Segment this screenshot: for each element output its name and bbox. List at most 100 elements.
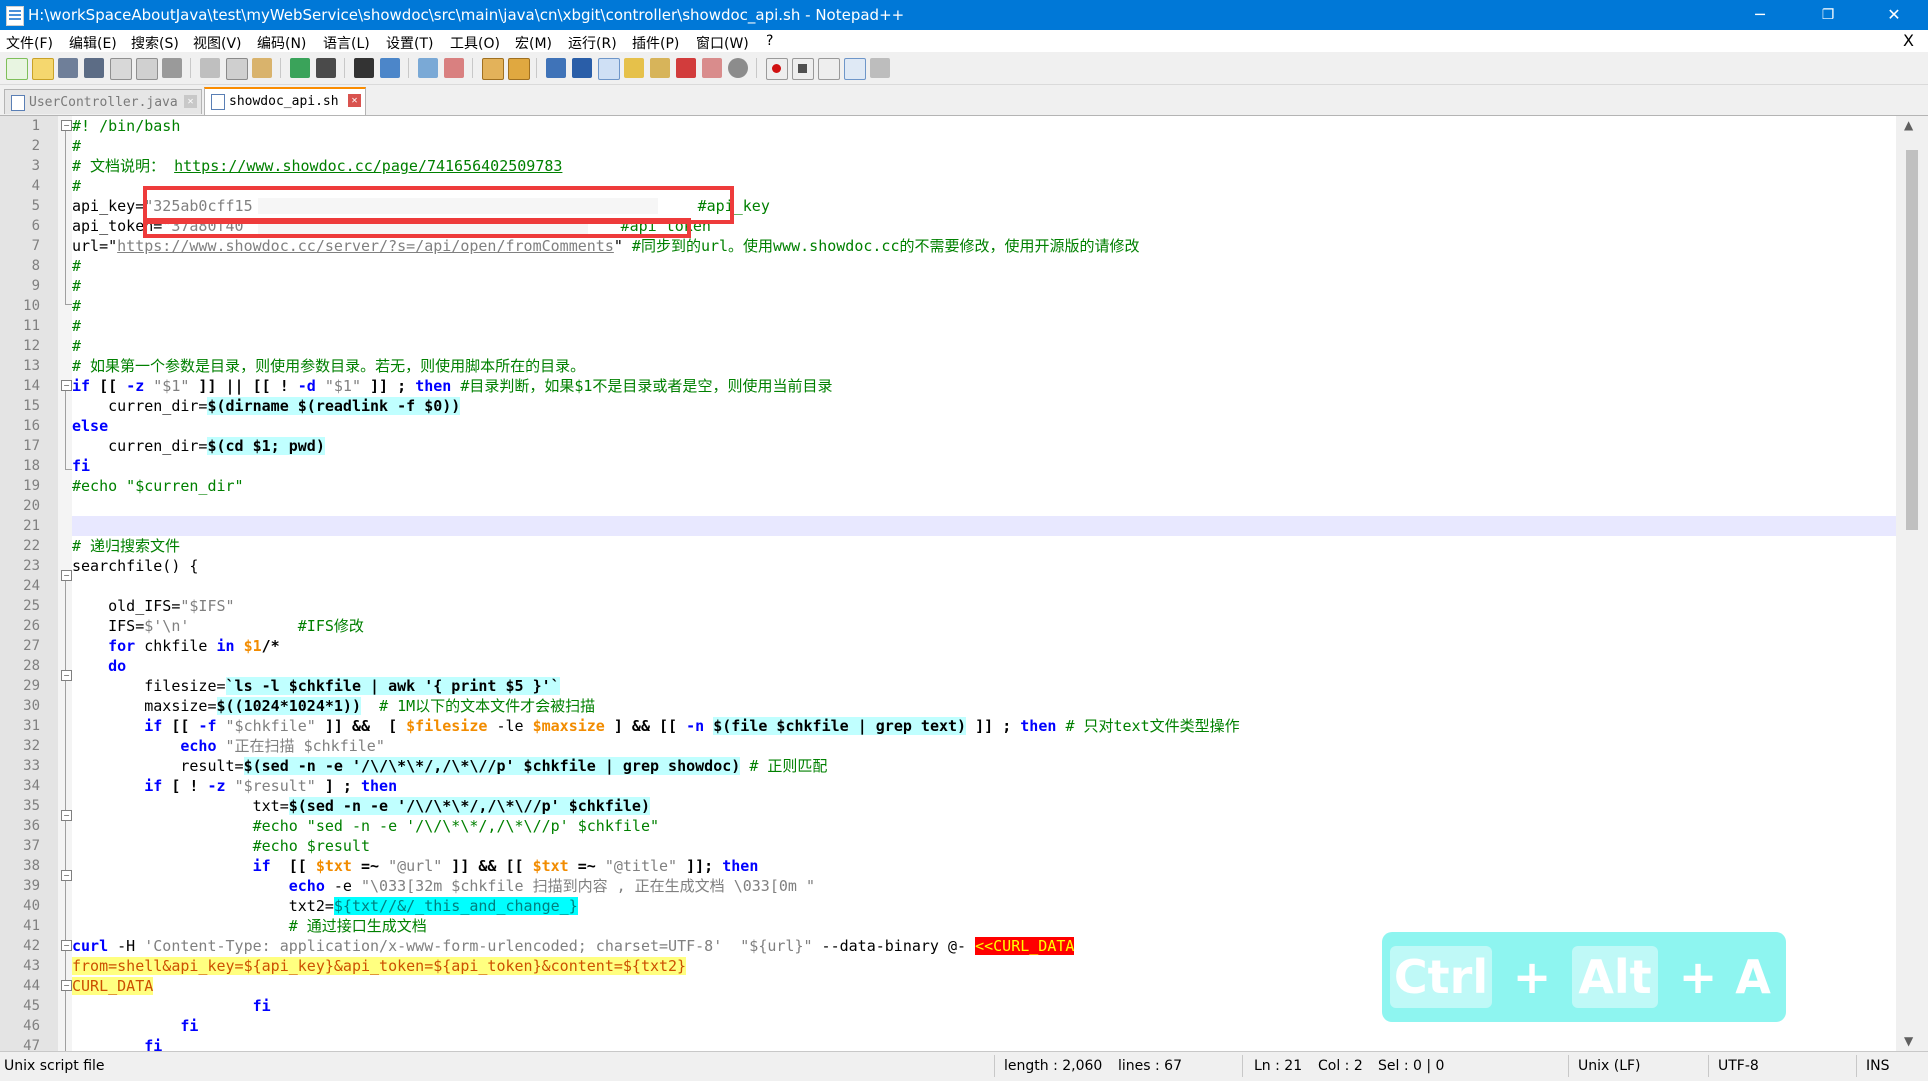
status-encoding[interactable]: UTF-8 xyxy=(1718,1058,1759,1074)
menu-file[interactable]: 文件(F) xyxy=(6,33,53,53)
fold-toggle-icon[interactable]: − xyxy=(61,980,72,991)
tab-close-icon[interactable]: ✕ xyxy=(184,95,197,108)
udl-icon[interactable] xyxy=(624,58,644,78)
line-number: 24 xyxy=(23,578,40,594)
run-macro-multiple-icon[interactable] xyxy=(844,58,866,80)
line-number: 15 xyxy=(23,398,40,414)
code-line-25: old_IFS="$IFS" xyxy=(72,597,235,615)
code-line-16: else xyxy=(72,417,109,435)
tab-bar: UserController.java ✕ showdoc_api.sh ✕ xyxy=(0,85,1928,116)
fold-toggle-icon[interactable]: − xyxy=(61,810,72,821)
line-number: 33 xyxy=(23,758,40,774)
fold-toggle-icon[interactable]: − xyxy=(61,670,72,681)
current-line[interactable] xyxy=(72,516,1896,536)
tab-usercontroller-java[interactable]: UserController.java ✕ xyxy=(4,89,202,114)
code-line-41: # 通过接口生成文档 xyxy=(72,917,427,935)
fold-toggle-icon[interactable]: − xyxy=(61,940,72,951)
replace-icon[interactable] xyxy=(380,58,400,78)
zoom-in-icon[interactable] xyxy=(418,58,438,78)
plus-sign: + xyxy=(1678,950,1718,1004)
sync-horizontal-icon[interactable] xyxy=(508,58,530,80)
paste-icon[interactable] xyxy=(252,58,272,78)
close-all-icon[interactable] xyxy=(136,58,158,80)
word-wrap-icon[interactable] xyxy=(546,58,566,78)
status-filetype: Unix script file xyxy=(4,1058,105,1074)
folder-workspace-icon[interactable] xyxy=(702,58,722,78)
code-line-46: fi xyxy=(180,1017,199,1035)
code-line-13: # 如果第一个参数是目录，则使用参数目录。若无，则使用脚本所在的目录。 xyxy=(72,357,586,375)
monitor-icon[interactable] xyxy=(728,58,748,78)
save-macro-icon[interactable] xyxy=(870,58,890,78)
code-line-1: #! /bin/bash xyxy=(72,117,181,135)
notepadpp-app-icon[interactable] xyxy=(6,6,24,26)
status-eol[interactable]: Unix (LF) xyxy=(1578,1058,1641,1074)
close-icon[interactable] xyxy=(110,58,132,80)
tab-close-icon[interactable]: ✕ xyxy=(348,94,361,107)
save-icon[interactable] xyxy=(58,58,78,78)
save-all-icon[interactable] xyxy=(84,58,104,78)
code-line-42: curl -H 'Content-Type: application/x-www… xyxy=(72,937,1075,955)
print-icon[interactable] xyxy=(162,58,182,78)
menu-language[interactable]: 语言(L) xyxy=(323,33,370,53)
new-file-icon[interactable] xyxy=(6,58,28,80)
find-icon[interactable] xyxy=(354,58,374,78)
code-line-14: if [[ -z "$1" ]] || [[ ! -d "$1" ]] ; th… xyxy=(72,377,833,395)
doc-map-icon[interactable] xyxy=(650,58,670,78)
doc-link[interactable]: https://www.showdoc.cc/page/741656402509… xyxy=(174,157,562,175)
fold-toggle-icon[interactable]: − xyxy=(61,570,72,581)
line-number: 5 xyxy=(31,198,40,214)
scroll-up-icon[interactable]: ▲ xyxy=(1904,118,1913,132)
fold-toggle-icon[interactable]: − xyxy=(61,870,72,881)
open-file-icon[interactable] xyxy=(32,58,54,80)
close-window-button[interactable]: ✕ xyxy=(1866,0,1922,30)
record-macro-icon[interactable] xyxy=(766,58,788,80)
menu-edit[interactable]: 编辑(E) xyxy=(69,33,117,53)
menu-run[interactable]: 运行(R) xyxy=(568,33,617,53)
editor-pane[interactable]: − − − − − − − − 1 2 3 4 5 6 7 8 9 10 11 … xyxy=(0,116,1928,1054)
fold-toggle-icon[interactable]: − xyxy=(61,120,72,131)
scroll-down-icon[interactable]: ▼ xyxy=(1904,1034,1913,1048)
tab-showdoc-api-sh[interactable]: showdoc_api.sh ✕ xyxy=(204,87,366,115)
fold-toggle-icon[interactable]: − xyxy=(61,380,72,391)
status-selection: Sel : 0 | 0 xyxy=(1378,1058,1445,1074)
menu-help[interactable]: ? xyxy=(766,33,773,49)
line-number: 35 xyxy=(23,798,40,814)
menu-plugins[interactable]: 插件(P) xyxy=(632,33,679,53)
indent-guide-icon[interactable] xyxy=(598,58,620,80)
line-number: 45 xyxy=(23,998,40,1014)
code-line-4: # xyxy=(72,177,82,195)
copy-icon[interactable] xyxy=(226,58,248,80)
maximize-button[interactable]: ❐ xyxy=(1800,0,1856,30)
zoom-out-icon[interactable] xyxy=(444,58,464,78)
code-line-12: # xyxy=(72,337,82,355)
play-macro-icon[interactable] xyxy=(818,58,840,80)
status-insert-mode[interactable]: INS xyxy=(1866,1058,1890,1074)
undo-icon[interactable] xyxy=(290,58,310,78)
minimize-button[interactable]: ─ xyxy=(1732,0,1788,30)
code-line-40: txt2=${txt//&/_this_and_change_} xyxy=(72,897,578,915)
code-line-29: filesize=`ls -l $chkfile | awk '{ print … xyxy=(72,677,560,695)
menu-encoding[interactable]: 编码(N) xyxy=(257,33,306,53)
menu-tools[interactable]: 工具(O) xyxy=(450,33,500,53)
redo-icon[interactable] xyxy=(316,58,336,78)
menu-macro[interactable]: 宏(M) xyxy=(515,33,552,53)
line-number: 41 xyxy=(23,918,40,934)
code-area[interactable]: #! /bin/bash # # 文档说明： https://www.showd… xyxy=(72,116,1896,1051)
close-document-button[interactable]: X xyxy=(1903,31,1914,50)
line-number: 39 xyxy=(23,878,40,894)
function-list-icon[interactable] xyxy=(676,58,696,78)
show-all-chars-icon[interactable] xyxy=(572,58,592,78)
cut-icon[interactable] xyxy=(200,58,220,78)
scrollbar-thumb[interactable] xyxy=(1906,150,1918,530)
stop-macro-icon[interactable] xyxy=(792,58,814,80)
line-number: 42 xyxy=(23,938,40,954)
code-line-10: # xyxy=(72,297,82,315)
menu-window[interactable]: 窗口(W) xyxy=(696,33,749,53)
line-number: 2 xyxy=(31,138,40,154)
menu-settings[interactable]: 设置(T) xyxy=(386,33,433,53)
menu-view[interactable]: 视图(V) xyxy=(193,33,242,53)
line-number: 9 xyxy=(31,278,40,294)
sync-vertical-icon[interactable] xyxy=(482,58,504,80)
menu-search[interactable]: 搜索(S) xyxy=(131,33,179,53)
vertical-scrollbar[interactable]: ▲ ▼ xyxy=(1896,116,1928,1051)
